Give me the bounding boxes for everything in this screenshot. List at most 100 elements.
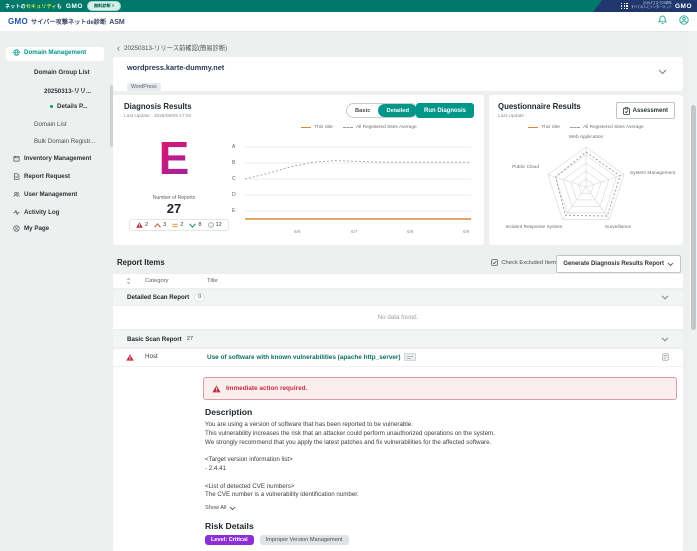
promo-topbar: ネットのセキュリティも GMO 無料診断 > おかげさまで29周年すべての人にイ… bbox=[0, 0, 697, 12]
severity-info: 12 bbox=[208, 222, 222, 228]
y-grade-D: D bbox=[232, 192, 236, 198]
user-account-icon[interactable] bbox=[679, 15, 689, 25]
immediate-action-alert: Immediate action required. bbox=[203, 377, 677, 400]
show-all-toggle[interactable]: Show All bbox=[205, 505, 236, 511]
chevron-down-icon[interactable] bbox=[661, 295, 669, 300]
group-detailed-scan-report[interactable]: Detailed Scan Report 0 bbox=[113, 290, 683, 305]
gmo-group-logo: GMO bbox=[675, 3, 692, 10]
breadcrumb-label: 20250313-リリース前確認(簡易診断) bbox=[124, 43, 227, 52]
report-items-title: Report Items bbox=[117, 258, 165, 267]
toggle-detailed[interactable]: Detailed bbox=[378, 104, 417, 117]
app-grid-icon[interactable] bbox=[621, 3, 628, 10]
x-tick: 6/8 bbox=[407, 229, 413, 234]
y-grade-B: B bbox=[232, 160, 235, 166]
high-chevron-up-icon bbox=[154, 223, 161, 228]
collapse-domain-chevron-icon[interactable] bbox=[658, 69, 667, 75]
sidebar-item-details-page[interactable]: Details P... bbox=[50, 103, 88, 110]
risk-level-badge: Level: Critical bbox=[205, 535, 254, 545]
check-excluded-items-button[interactable]: Check Excluded Items bbox=[491, 259, 559, 266]
users-icon bbox=[13, 191, 20, 198]
sidebar-item-label: 20250313-リリ... bbox=[44, 86, 91, 95]
sidebar-item-label: User Management bbox=[24, 191, 77, 198]
back-chevron-icon[interactable]: ‹ bbox=[117, 45, 120, 51]
risk-badges: Level: Critical Improper Version Managem… bbox=[205, 535, 349, 545]
sidebar-item-label: Bulk Domain Registr... bbox=[34, 138, 95, 145]
active-dot-icon bbox=[50, 105, 53, 108]
legend-site-swatch bbox=[301, 127, 311, 128]
severity-sort-icon[interactable] bbox=[126, 277, 131, 285]
generate-report-dropdown-button[interactable]: Generate Diagnosis Results Report bbox=[556, 255, 681, 273]
critical-triangle-icon bbox=[126, 354, 134, 361]
person-icon bbox=[13, 225, 20, 232]
globe-icon bbox=[13, 49, 20, 56]
sidebar-item-label: Inventory Management bbox=[24, 155, 91, 162]
main-content: ‹ 20250313-リリース前確認(簡易診断) wordpress.karte… bbox=[113, 31, 683, 551]
sidebar-item-label: Details P... bbox=[57, 103, 88, 110]
x-tick: 6/7 bbox=[351, 229, 357, 234]
row-category: Host bbox=[145, 353, 158, 360]
anniversary-text: おかげさまで29周年すべての人にインターネット bbox=[631, 2, 672, 9]
diagnosis-results-card: Diagnosis Results Last Update : 2025/06/… bbox=[113, 95, 484, 245]
no-data-row: No data found. bbox=[113, 306, 683, 329]
description-body: You are using a version of software that… bbox=[205, 421, 667, 500]
chevron-down-icon[interactable] bbox=[661, 337, 669, 342]
group-basic-scan-report[interactable]: Basic Scan Report 27 bbox=[113, 331, 683, 347]
sidebar-item-domain-list[interactable]: Domain List bbox=[34, 121, 67, 128]
checklist-icon bbox=[491, 259, 498, 266]
vulnerability-title-link[interactable]: Use of software with known vulnerabiliti… bbox=[207, 353, 416, 361]
radar-axis-web-application: Web Application bbox=[489, 135, 683, 140]
sidebar-item-label: Domain Management bbox=[24, 49, 86, 56]
gmo-logo: GMO bbox=[66, 3, 83, 10]
sidebar-item-label: Domain Group List bbox=[34, 69, 90, 76]
report-table-header: Category Title bbox=[113, 274, 683, 288]
radar-axis-system-management: System Management bbox=[630, 171, 682, 176]
grade-history-line-chart bbox=[245, 141, 471, 227]
sidebar-item-report-request[interactable]: Report Request bbox=[13, 173, 70, 180]
radar-axis-public-cloud: Public Cloud bbox=[503, 165, 539, 170]
chevron-down-icon bbox=[229, 506, 236, 511]
toggle-basic[interactable]: Basic bbox=[347, 104, 378, 117]
description-heading: Description bbox=[205, 407, 252, 417]
app-header: GMO サイバー攻撃ネットde診断 ASM bbox=[0, 12, 697, 32]
group-count: 27 bbox=[187, 336, 193, 342]
domain-card: wordpress.karte-dummy.net WordPress bbox=[113, 57, 683, 91]
sidebar-item-label: My Page bbox=[24, 225, 49, 232]
sidebar-item-domain-management[interactable]: Domain Management bbox=[13, 49, 86, 56]
page-scrollbar-thumb[interactable] bbox=[691, 105, 696, 330]
column-category[interactable]: Category bbox=[145, 278, 169, 284]
free-diagnosis-button[interactable]: 無料診断 > bbox=[87, 1, 121, 11]
chevron-down-icon bbox=[667, 262, 674, 267]
sidebar-item-domain-group-list[interactable]: Domain Group List bbox=[34, 69, 90, 76]
notification-bell-icon[interactable] bbox=[658, 15, 667, 25]
low-chevron-down-icon bbox=[189, 223, 196, 228]
activity-icon bbox=[13, 209, 20, 216]
diagnosis-title: Diagnosis Results bbox=[124, 102, 192, 111]
view-toggle: Basic Detailed bbox=[346, 103, 418, 118]
sidebar-item-my-page[interactable]: My Page bbox=[13, 225, 49, 232]
risk-category-badge: Improper Version Management bbox=[260, 535, 349, 545]
sidebar-item-user-management[interactable]: User Management bbox=[13, 191, 77, 198]
radar-axis-incident-response: Incident Response System bbox=[491, 225, 577, 230]
sidebar-item-domain-group[interactable]: 20250313-リリ... bbox=[44, 86, 91, 95]
critical-triangle-icon bbox=[136, 222, 143, 228]
report-row[interactable]: Host Use of software with known vulnerab… bbox=[113, 349, 683, 367]
sidebar-item-inventory-management[interactable]: Inventory Management bbox=[13, 155, 91, 162]
promo-tagline: ネットのセキュリティも bbox=[5, 3, 62, 10]
exclude-item-icon[interactable] bbox=[662, 353, 669, 361]
reports-count: 27 bbox=[125, 201, 223, 216]
severity-critical: 2 bbox=[136, 222, 148, 228]
sidebar-item-label: Domain List bbox=[34, 121, 67, 128]
title-attachment-badge-icon bbox=[404, 353, 416, 361]
sidebar-item-label: Report Request bbox=[24, 173, 70, 180]
sidebar-item-activity-log[interactable]: Activity Log bbox=[13, 209, 59, 216]
sidebar-item-bulk-domain-registration[interactable]: Bulk Domain Registr... bbox=[34, 138, 95, 145]
severity-summary: 2 3 2 8 12 bbox=[129, 219, 229, 231]
run-diagnosis-button[interactable]: Run Diagnosis bbox=[416, 103, 474, 118]
info-circle-icon bbox=[208, 222, 214, 228]
inventory-icon bbox=[13, 155, 20, 162]
column-title[interactable]: Title bbox=[207, 278, 218, 284]
cms-tag: WordPress bbox=[127, 83, 161, 91]
severity-high: 3 bbox=[154, 222, 166, 228]
legend-average-swatch bbox=[343, 127, 353, 128]
report-detail-panel: Host Use of software with known vulnerab… bbox=[113, 349, 683, 551]
